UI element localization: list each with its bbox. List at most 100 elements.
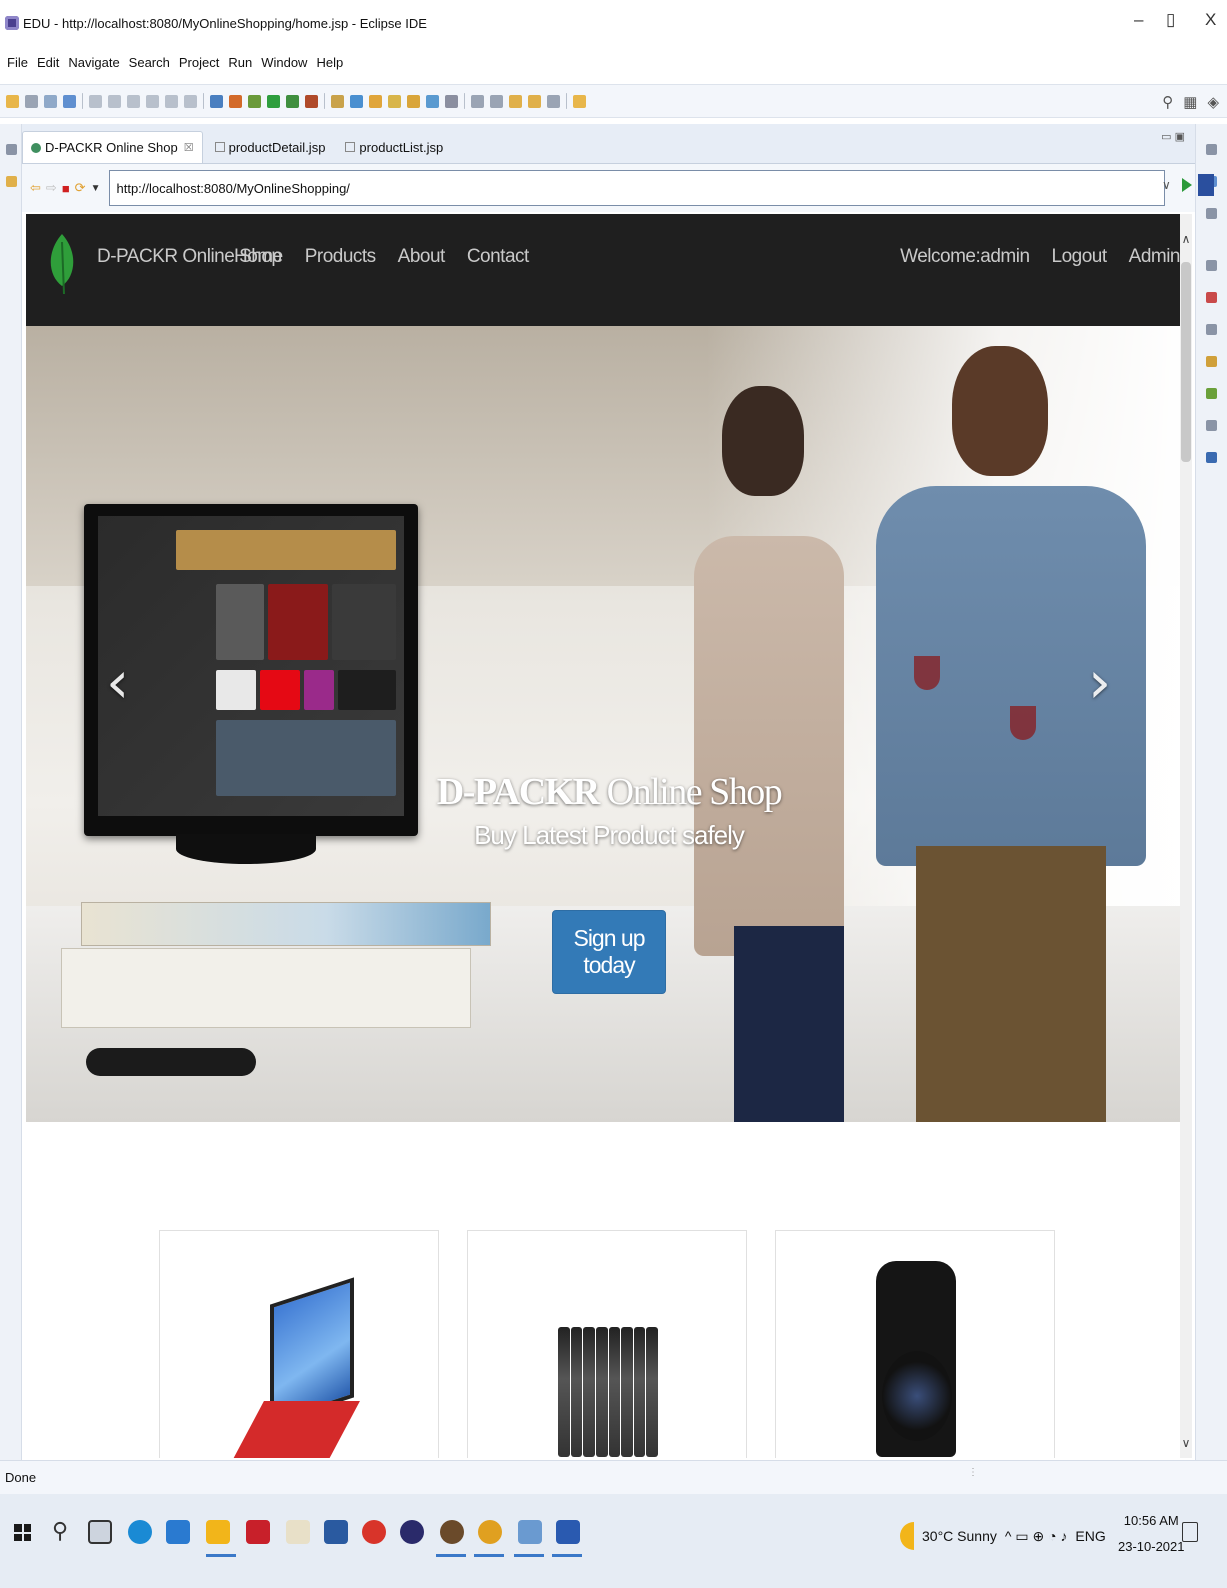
app-red-icon[interactable] <box>362 1520 386 1544</box>
open-type-icon[interactable] <box>369 94 382 108</box>
nav-about[interactable]: About <box>398 246 446 268</box>
menu-edit[interactable]: Edit <box>37 55 59 70</box>
product-card-laptop[interactable] <box>159 1230 439 1458</box>
menu-file[interactable]: File <box>7 55 28 70</box>
menu-project[interactable]: Project <box>179 55 219 70</box>
leaf-logo-icon[interactable] <box>48 232 76 294</box>
scroll-thumb[interactable] <box>1181 262 1191 462</box>
scroll-down-icon[interactable]: ∨ <box>1180 1436 1192 1450</box>
file-explorer-icon[interactable] <box>206 1520 230 1544</box>
stop-icon[interactable]: ■ <box>62 181 70 196</box>
new-server-icon[interactable] <box>331 94 344 108</box>
suspend-icon[interactable] <box>108 94 121 108</box>
app-eclipse-icon[interactable] <box>400 1520 424 1544</box>
java-ee-perspective-icon[interactable]: ◈ <box>1207 93 1219 111</box>
pencil-icon[interactable] <box>407 94 420 108</box>
url-input[interactable] <box>109 170 1166 206</box>
nav-admin[interactable]: Admin <box>1129 246 1181 268</box>
debug-icon[interactable] <box>248 94 261 108</box>
taskbar-clock[interactable]: 10:56 AM 23-10-2021 <box>1118 1508 1185 1560</box>
tab-online-shop[interactable]: D-PACKR Online Shop ☒ <box>22 131 203 163</box>
edge-icon[interactable] <box>128 1520 152 1544</box>
product-card-camera[interactable] <box>775 1230 1055 1458</box>
carousel-prev-button[interactable]: ‹ <box>106 648 129 716</box>
back-icon[interactable] <box>509 94 522 108</box>
new-icon[interactable] <box>6 94 19 108</box>
scroll-up-icon[interactable]: ∧ <box>1180 232 1192 246</box>
save-icon[interactable] <box>25 94 38 108</box>
markers-icon[interactable] <box>1206 292 1217 303</box>
step-over-icon[interactable] <box>184 94 197 108</box>
next-annotation-icon[interactable] <box>471 94 484 108</box>
weather-text[interactable]: 30°C Sunny <box>922 1528 997 1544</box>
menu-navigate[interactable]: Navigate <box>68 55 119 70</box>
coverage-icon[interactable] <box>286 94 299 108</box>
print-icon[interactable] <box>44 94 57 108</box>
refresh-icon[interactable]: ⟳ <box>75 180 86 196</box>
restore-view-icon-2[interactable] <box>1206 260 1217 271</box>
nav-welcome-user[interactable]: Welcome:admin <box>900 246 1030 268</box>
disconnect-icon[interactable] <box>146 94 159 108</box>
nav-contact[interactable]: Contact <box>467 246 529 268</box>
previous-annotation-icon[interactable] <box>490 94 503 108</box>
notepad-icon[interactable] <box>286 1520 310 1544</box>
menu-search[interactable]: Search <box>129 55 170 70</box>
open-task-icon[interactable] <box>210 94 223 108</box>
app-notes-icon[interactable] <box>518 1520 542 1544</box>
close-icon[interactable]: ☒ <box>184 141 194 154</box>
tab-product-detail[interactable]: productDetail.jsp <box>207 131 334 163</box>
app-eclipse-edu-icon[interactable] <box>440 1520 464 1544</box>
forward-icon[interactable] <box>528 94 541 108</box>
globe-icon[interactable] <box>350 94 363 108</box>
menu-window[interactable]: Window <box>261 55 307 70</box>
word-icon[interactable] <box>556 1520 580 1544</box>
data-source-icon[interactable] <box>1206 388 1217 399</box>
restore-view-icon[interactable] <box>6 144 17 155</box>
skip-breakpoints-icon[interactable] <box>229 94 242 108</box>
windows-start-icon[interactable] <box>14 1524 31 1541</box>
terminal-icon[interactable] <box>63 94 76 108</box>
menu-help[interactable]: Help <box>316 55 343 70</box>
run-icon[interactable] <box>267 94 280 108</box>
task-list-icon[interactable] <box>1206 208 1217 219</box>
nav-logout[interactable]: Logout <box>1052 246 1108 268</box>
external-tools-icon[interactable] <box>305 94 318 108</box>
search-icon[interactable]: ⚲ <box>1162 93 1173 111</box>
tray-icons[interactable]: ^ ▭ ⊕ ◔ ♪ <box>1005 1528 1068 1545</box>
forward-arrow-icon[interactable]: ⇨ <box>46 180 57 196</box>
notification-icon[interactable] <box>1182 1522 1198 1542</box>
language-indicator[interactable]: ENG <box>1075 1528 1105 1544</box>
step-into-icon[interactable] <box>165 94 178 108</box>
chrome-icon[interactable] <box>478 1520 502 1544</box>
nav-products[interactable]: Products <box>305 246 376 268</box>
carousel-next-button[interactable]: › <box>1088 648 1111 716</box>
menu-run[interactable]: Run <box>228 55 252 70</box>
open-external-browser-icon[interactable] <box>1198 174 1214 196</box>
tab-product-list[interactable]: productList.jsp <box>337 131 451 163</box>
nav-home[interactable]: Home <box>234 246 283 268</box>
resume-icon[interactable] <box>89 94 102 108</box>
task-view-icon[interactable] <box>88 1520 112 1544</box>
back-arrow-icon[interactable]: ⇦ <box>30 180 41 196</box>
open-perspective-icon[interactable]: ▦ <box>1183 93 1197 111</box>
mcafee-icon[interactable] <box>246 1520 270 1544</box>
browser-scrollbar[interactable]: ∧ ∨ <box>1180 214 1192 1458</box>
open-resource-icon[interactable] <box>388 94 401 108</box>
properties-icon[interactable] <box>1206 324 1217 335</box>
close-button[interactable]: X <box>1205 10 1216 30</box>
minimize-button[interactable]: – <box>1134 10 1143 30</box>
app-blue-icon[interactable] <box>324 1520 348 1544</box>
url-history-dropdown[interactable]: ∨ <box>1162 178 1171 192</box>
sign-up-button[interactable]: Sign up today <box>552 910 666 994</box>
servers-icon[interactable] <box>1206 356 1217 367</box>
search-tool-icon[interactable] <box>426 94 439 108</box>
minimize-maximize-icon[interactable]: ▭ ▣ <box>1161 130 1185 143</box>
chevron-down-icon[interactable]: ▼ <box>91 183 101 194</box>
last-edit-icon[interactable] <box>547 94 560 108</box>
restore-view-icon[interactable] <box>1206 144 1217 155</box>
project-explorer-icon[interactable] <box>6 176 17 187</box>
snippets-icon[interactable] <box>1206 420 1217 431</box>
app-l-icon[interactable] <box>166 1520 190 1544</box>
terminate-icon[interactable] <box>127 94 140 108</box>
search-icon[interactable]: ⚲ <box>52 1518 68 1544</box>
